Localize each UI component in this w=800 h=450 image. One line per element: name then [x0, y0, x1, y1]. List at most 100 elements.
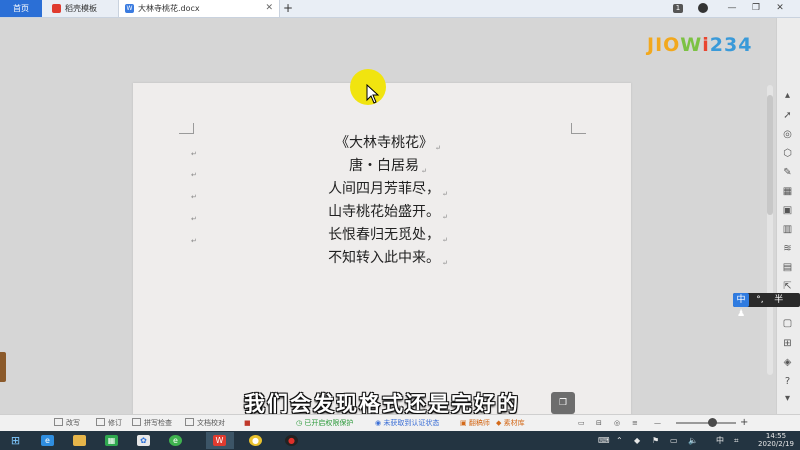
tray-flag-icon[interactable]: ⚑: [652, 431, 659, 450]
start-button[interactable]: ⊞: [2, 432, 30, 449]
taskbar-explorer[interactable]: [66, 432, 94, 449]
watermark-logo: JIOWi234: [647, 34, 753, 56]
tray-app-icon[interactable]: ◆: [634, 431, 640, 450]
shield-icon[interactable]: ◈: [782, 357, 793, 368]
close-window-icon[interactable]: ✕: [772, 0, 788, 17]
zoom-in-icon[interactable]: +: [740, 415, 748, 431]
taskbar-chrome[interactable]: ●: [242, 432, 270, 449]
tray-network-icon[interactable]: ▭: [670, 431, 678, 450]
margin-corner-top-left: [179, 123, 194, 134]
record-icon: ●: [285, 435, 298, 446]
taskbar-store[interactable]: ▦: [98, 432, 126, 449]
ime-width[interactable]: 半: [771, 293, 787, 307]
image-icon[interactable]: ▣: [782, 205, 793, 216]
zoom-out-icon[interactable]: —: [654, 415, 661, 431]
status-overwrite[interactable]: 改写: [54, 415, 80, 431]
poem-author: 唐・白居易 ↵: [349, 158, 427, 175]
taskbar: ⊞ e ▦ ✿ e W ● ● ⌨ ⌃ ◆ ⚑ ▭ 🔈 中 ⌗ 14:55 20…: [0, 431, 800, 450]
mouse-pointer-icon: [366, 84, 380, 104]
select-pointer-icon[interactable]: ➚: [782, 110, 793, 121]
status-revise[interactable]: 修订: [96, 415, 122, 431]
document-page[interactable]: ↵ ↵ ↵ ↵ ↵ 《大林寺桃花》 ↵ 唐・白居易 ↵ 人间四月芳菲尽， ↵ 山寺桃花…: [133, 83, 631, 423]
wps-writer-icon: W: [125, 4, 134, 13]
grid-icon[interactable]: ⊞: [782, 338, 793, 349]
tab-templates[interactable]: 稻壳模板: [44, 0, 124, 17]
poem-line: 山寺桃花始盛开。 ↵: [328, 204, 448, 221]
restore-icon[interactable]: ❐: [748, 0, 764, 17]
certification-status[interactable]: ◉ 未获取到认证状态: [375, 415, 439, 431]
shapes-icon[interactable]: ⬡: [782, 148, 793, 159]
chart-icon[interactable]: ▥: [782, 224, 793, 235]
materials-link[interactable]: ◆ 素材库: [496, 415, 525, 431]
network-icon: ✿: [137, 435, 150, 446]
share-icon[interactable]: ⇱: [782, 281, 793, 292]
workshop-link[interactable]: ▣ 翻稿师: [460, 415, 490, 431]
table-icon[interactable]: ▦: [782, 186, 793, 197]
overlay-button[interactable]: ❐: [551, 392, 575, 414]
ime-skin-icon[interactable]: ♟: [733, 307, 749, 321]
volume-icon[interactable]: 🔈: [688, 431, 698, 450]
avatar[interactable]: [698, 3, 708, 13]
margin-corner-top-right: [571, 123, 586, 134]
tab-document[interactable]: W 大林寺桃花.docx ✕: [118, 0, 280, 17]
ime-punctuation[interactable]: °,: [752, 293, 768, 307]
new-tab-button[interactable]: +: [283, 0, 293, 17]
paragraph-mark: ↵: [191, 150, 197, 158]
document-icon[interactable]: ▤: [782, 262, 793, 273]
status-bar: 改写 修订 拼写检查 文档校对 ■ ◷ 已开启权限保护 ◉ 未获取到认证状态 ▣…: [0, 414, 800, 431]
location-icon[interactable]: ◎: [782, 129, 793, 140]
record-dot-icon: ■: [244, 419, 251, 427]
poem-title: 《大林寺桃花》 ↵: [335, 135, 441, 152]
taskbar-network[interactable]: ✿: [130, 432, 158, 449]
paragraph-mark: ↵: [191, 193, 197, 201]
zoom-slider[interactable]: [676, 422, 736, 424]
view-outline-icon[interactable]: ≡: [632, 415, 638, 431]
right-sidebar: ▴ ➚ ◎ ⬡ ✎ ▦ ▣ ▥ ≋ ▤ ⇱ ▢ ⊞ ◈ ? ▾: [776, 18, 800, 414]
ime-toolbar[interactable]: 中 °, 半 ♟: [733, 293, 800, 319]
adjust-icon[interactable]: ≋: [782, 243, 793, 254]
view-page-icon[interactable]: ▭: [578, 415, 585, 431]
tab-bar: 首页 稻壳模板 W 大林寺桃花.docx ✕ + 1 — ❐ ✕: [0, 0, 800, 18]
tab-document-label: 大林寺桃花.docx: [138, 4, 200, 13]
help-icon[interactable]: ?: [782, 376, 793, 387]
permission-protect[interactable]: ◷ 已开启权限保护: [296, 415, 353, 431]
folder-icon: [73, 435, 86, 446]
zoom-slider-knob[interactable]: [708, 418, 717, 427]
tray-chevron-icon[interactable]: ⌃: [616, 431, 623, 450]
chevron-down-icon[interactable]: ▾: [782, 393, 793, 404]
page-icon[interactable]: ▢: [782, 318, 793, 329]
ie-icon: e: [41, 435, 54, 446]
view-web-icon[interactable]: ⊟: [596, 415, 602, 431]
chrome-icon: ●: [249, 435, 262, 446]
minimize-icon[interactable]: —: [724, 0, 740, 17]
tray-ime[interactable]: 中: [716, 431, 724, 450]
taskbar-360[interactable]: e: [162, 432, 190, 449]
view-read-icon[interactable]: ◎: [614, 415, 620, 431]
window-count-badge[interactable]: 1: [673, 4, 683, 13]
tray-input-icon[interactable]: ⌗: [734, 431, 739, 450]
poem-line: 人间四月芳菲尽， ↵: [328, 181, 448, 198]
close-tab-icon[interactable]: ✕: [265, 3, 273, 13]
taskbar-ie[interactable]: e: [34, 432, 62, 449]
taskbar-wps[interactable]: W: [206, 432, 234, 449]
keyboard-icon[interactable]: ⌨: [598, 431, 610, 450]
ime-mode[interactable]: 中: [733, 293, 749, 307]
poem-line: 不知转入此中来。 ↵: [328, 250, 448, 267]
taskbar-recorder[interactable]: ●: [278, 432, 306, 449]
clock[interactable]: 14:55 2020/2/19: [752, 432, 800, 448]
status-spellcheck[interactable]: 拼写检查: [132, 415, 172, 431]
poem-body[interactable]: 《大林寺桃花》 ↵ 唐・白居易 ↵ 人间四月芳菲尽， ↵ 山寺桃花始盛开。 ↵ 长恨春归…: [263, 132, 513, 270]
tab-home[interactable]: 首页: [0, 0, 42, 17]
docer-icon: [52, 4, 61, 13]
windows-logo-icon: ⊞: [10, 434, 21, 447]
poem-line: 长恨春归无觅处， ↵: [328, 227, 448, 244]
paragraph-mark: ↵: [191, 215, 197, 223]
status-proofread[interactable]: 文档校对: [185, 415, 225, 431]
brush-icon[interactable]: ✎: [782, 167, 793, 178]
paragraph-mark: ↵: [191, 171, 197, 179]
chevron-up-icon[interactable]: ▴: [782, 90, 793, 101]
left-edge-marker: [0, 352, 6, 382]
paragraph-mark: ↵: [191, 237, 197, 245]
store-icon: ▦: [105, 435, 118, 446]
scrollbar-thumb[interactable]: [767, 95, 773, 215]
